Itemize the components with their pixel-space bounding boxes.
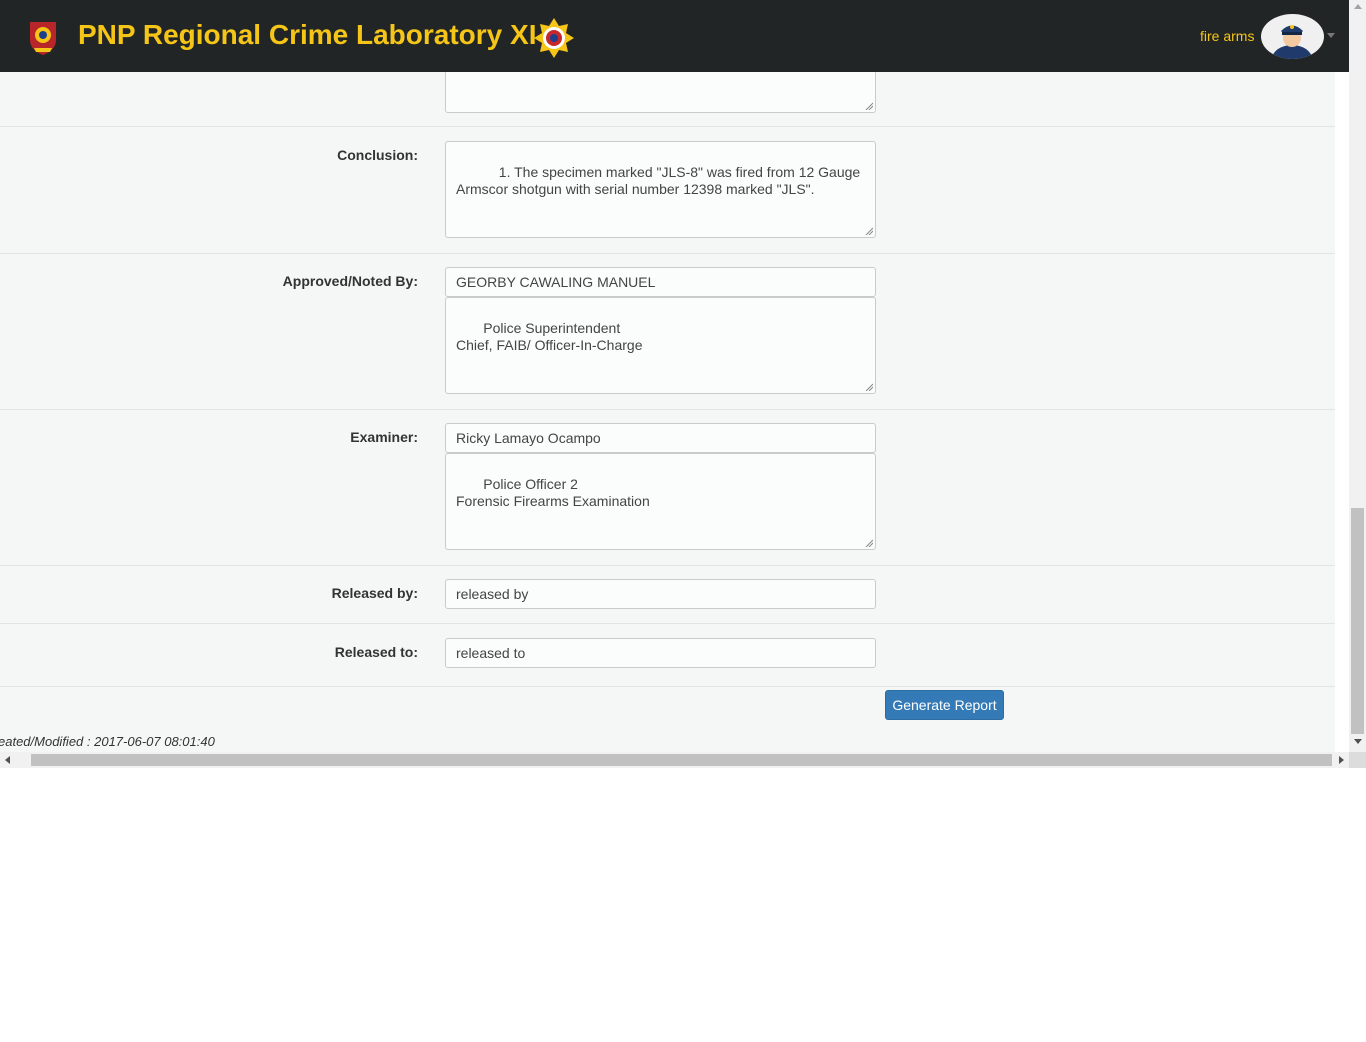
- user-avatar[interactable]: [1261, 14, 1324, 59]
- resize-grip-icon: [865, 383, 873, 391]
- approved-name-input[interactable]: GEORBY CAWALING MANUEL: [445, 267, 876, 297]
- conclusion-textarea[interactable]: 1. The specimen marked "JLS-8" was fired…: [445, 141, 876, 238]
- form-row-released-by: Released by: released by: [0, 566, 1335, 624]
- horizontal-scrollbar[interactable]: [0, 752, 1349, 768]
- scroll-left-arrow-icon[interactable]: [5, 756, 10, 764]
- vertical-scrollbar[interactable]: [1349, 0, 1366, 752]
- form-row-previous: [0, 72, 1335, 127]
- horizontal-scroll-thumb[interactable]: [31, 754, 1332, 766]
- scroll-down-arrow-icon[interactable]: [1354, 739, 1362, 744]
- report-form: Conclusion: 1. The specimen marked "JLS-…: [0, 72, 1335, 752]
- previous-textarea[interactable]: [445, 72, 876, 113]
- scroll-up-arrow-icon[interactable]: [1354, 4, 1362, 9]
- examiner-name-input[interactable]: Ricky Lamayo Ocampo: [445, 423, 876, 453]
- resize-grip-icon: [865, 227, 873, 235]
- crime-lab-badge-icon: [534, 18, 574, 58]
- police-officer-avatar-icon: [1272, 25, 1312, 59]
- resize-grip-icon: [865, 102, 873, 110]
- form-row-conclusion: Conclusion: 1. The specimen marked "JLS-…: [0, 127, 1335, 254]
- approved-label: Approved/Noted By:: [282, 273, 418, 289]
- form-row-released-to: Released to: released to: [0, 624, 1335, 687]
- app-title[interactable]: PNP Regional Crime Laboratory XI: [78, 18, 537, 52]
- caret-down-icon[interactable]: [1327, 33, 1335, 38]
- approved-position-textarea[interactable]: Police Superintendent Chief, FAIB/ Offic…: [445, 297, 876, 394]
- form-row-examiner: Examiner: Ricky Lamayo Ocampo Police Off…: [0, 410, 1335, 566]
- top-navbar: PNP Regional Crime Laboratory XI fire ar…: [0, 0, 1349, 72]
- scroll-right-arrow-icon[interactable]: [1339, 756, 1344, 764]
- conclusion-text: 1. The specimen marked "JLS-8" was fired…: [456, 164, 864, 197]
- generate-report-button[interactable]: Generate Report: [885, 690, 1004, 720]
- vertical-scroll-thumb[interactable]: [1351, 508, 1364, 734]
- examiner-label: Examiner:: [350, 429, 418, 445]
- released-to-input[interactable]: released to: [445, 638, 876, 668]
- approved-position-text: Police Superintendent Chief, FAIB/ Offic…: [456, 320, 643, 353]
- examiner-position-text: Police Officer 2 Forensic Firearms Exami…: [456, 476, 650, 509]
- released-by-input[interactable]: released by: [445, 579, 876, 609]
- conclusion-label: Conclusion:: [337, 147, 418, 163]
- user-menu-name[interactable]: fire arms: [1200, 27, 1254, 45]
- resize-grip-icon: [865, 539, 873, 547]
- released-by-label: Released by:: [331, 585, 418, 601]
- form-row-approved: Approved/Noted By: GEORBY CAWALING MANUE…: [0, 254, 1335, 410]
- pnp-seal-icon: [30, 22, 56, 55]
- released-to-label: Released to:: [334, 644, 418, 660]
- examiner-position-textarea[interactable]: Police Officer 2 Forensic Firearms Exami…: [445, 453, 876, 550]
- modified-timestamp: eated/Modified : 2017-06-07 08:01:40: [0, 734, 215, 749]
- scrollbar-corner: [1349, 752, 1366, 768]
